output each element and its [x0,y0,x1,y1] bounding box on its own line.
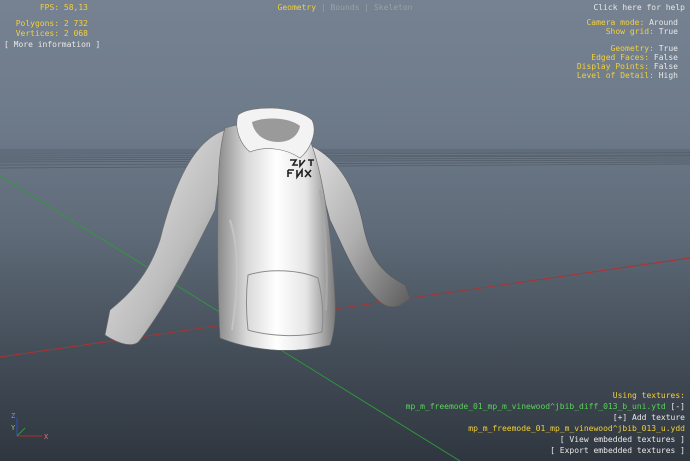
3d-viewport[interactable]: Z Y X Geometry | Bounds | Skeleton FPS: … [0,0,690,461]
tab-separator: | [364,3,370,12]
display-points-label: Display Points: [576,62,650,71]
left-sleeve [104,129,226,345]
fps-label: FPS: [39,3,60,12]
hoodie-model[interactable] [100,100,420,365]
show-grid-value[interactable]: True [659,27,678,36]
edged-faces-row[interactable]: Edged Faces: False [577,53,678,62]
axis-gizmo: Z Y X [11,412,49,441]
polygons-value: 2 732 [63,19,88,28]
geometry-row[interactable]: Geometry: True [577,44,678,53]
textures-heading: Using textures: [612,391,685,400]
view-tabs: Geometry | Bounds | Skeleton [0,3,690,13]
geometry-settings: Geometry: True Edged Faces: False Displa… [577,44,678,80]
z-axis-label: Z [11,412,15,420]
camera-settings: Camera mode: Around Show grid: True [586,18,678,36]
model-file: mp_m_freemode_01_mp_m_vinewood^jbib_013_… [468,424,685,433]
texture-file[interactable]: mp_m_freemode_01_mp_m_vinewood^jbib_diff… [406,402,666,411]
edged-faces-value[interactable]: False [654,53,678,62]
tab-separator: | [320,3,326,12]
vertices-value: 2 068 [63,29,88,38]
level-of-detail-label: Level of Detail: [576,71,654,80]
texture-row: mp_m_freemode_01_mp_m_vinewood^jbib_diff… [406,402,685,413]
y-axis-label: Y [11,424,16,432]
vertices-row: Vertices: 2 068 [8,29,88,39]
display-points-row[interactable]: Display Points: False [577,62,678,71]
polygons-row: Polygons: 2 732 [8,19,88,29]
tab-geometry[interactable]: Geometry [278,3,317,12]
help-link[interactable]: Click here for help [593,3,685,13]
remove-texture-button[interactable]: [-] [671,402,685,411]
geometry-value[interactable]: True [659,44,678,53]
polygons-label: Polygons: [15,19,60,28]
add-texture-button[interactable]: [+] Add texture [406,413,685,424]
vertices-label: Vertices: [15,29,60,38]
display-points-value[interactable]: False [654,62,678,71]
camera-mode-row[interactable]: Camera mode: Around [586,18,678,27]
show-grid-row[interactable]: Show grid: True [586,27,678,36]
fps-row: FPS: 58,13 [8,3,88,13]
fps-value: 58,13 [63,3,88,12]
export-embedded-textures-button[interactable]: [ Export embedded textures ] [406,446,685,457]
y-axis-icon [16,427,26,437]
geometry-label: Geometry: [610,44,654,53]
textures-panel: Using textures: mp_m_freemode_01_mp_m_vi… [406,391,685,457]
camera-mode-label: Camera mode: [586,18,645,27]
tab-bounds[interactable]: Bounds [331,3,360,12]
camera-mode-value[interactable]: Around [649,18,678,27]
stats-panel: FPS: 58,13 Polygons: 2 732 Vertices: 2 0… [8,3,88,39]
level-of-detail-row[interactable]: Level of Detail: High [577,71,678,80]
edged-faces-label: Edged Faces: [591,53,650,62]
tab-skeleton[interactable]: Skeleton [374,3,413,12]
x-axis-label: X [44,433,49,441]
level-of-detail-value[interactable]: High [659,71,678,80]
show-grid-label: Show grid: [605,27,654,36]
more-information-link[interactable]: [ More information ] [4,40,100,50]
view-embedded-textures-button[interactable]: [ View embedded textures ] [406,435,685,446]
